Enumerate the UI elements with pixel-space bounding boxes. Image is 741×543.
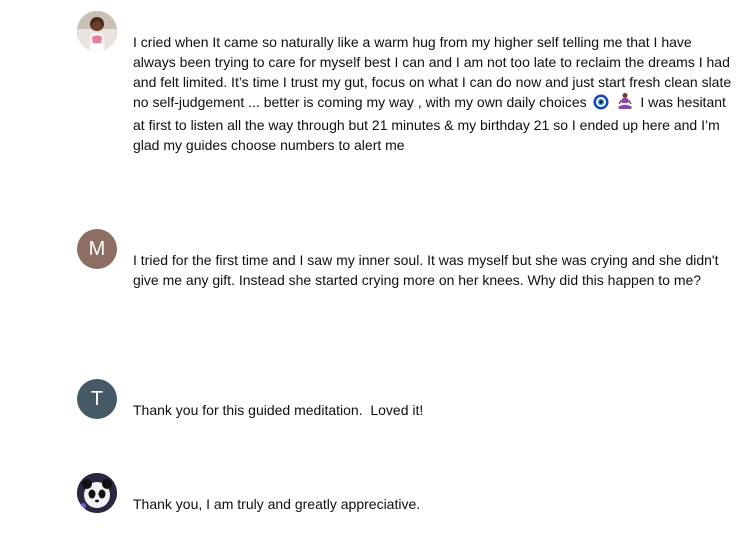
comment-text: Thank you, I am truly and greatly apprec… [133,494,735,514]
woman-photo-avatar[interactable] [77,11,117,51]
comment-text-part: Thank you for this guided meditation. Lo… [133,402,424,418]
letter-avatar[interactable]: M [77,229,117,269]
comment-text: Thank you for this guided meditation. Lo… [133,400,735,420]
comment-text: I cried when It came so naturally like a… [133,32,735,155]
panda-photo-avatar[interactable] [77,473,117,513]
letter-avatar[interactable]: T [77,379,117,419]
meditating-person-icon [616,92,634,115]
nazar-amulet-icon [593,94,609,115]
avatar-letter: M [88,237,106,260]
comment-text-part: I tried for the first time and I saw my … [133,252,719,288]
comment-text-part: Thank you, I am truly and greatly apprec… [133,496,421,512]
comment-text: I tried for the first time and I saw my … [133,250,735,290]
avatar-letter: T [90,387,104,410]
